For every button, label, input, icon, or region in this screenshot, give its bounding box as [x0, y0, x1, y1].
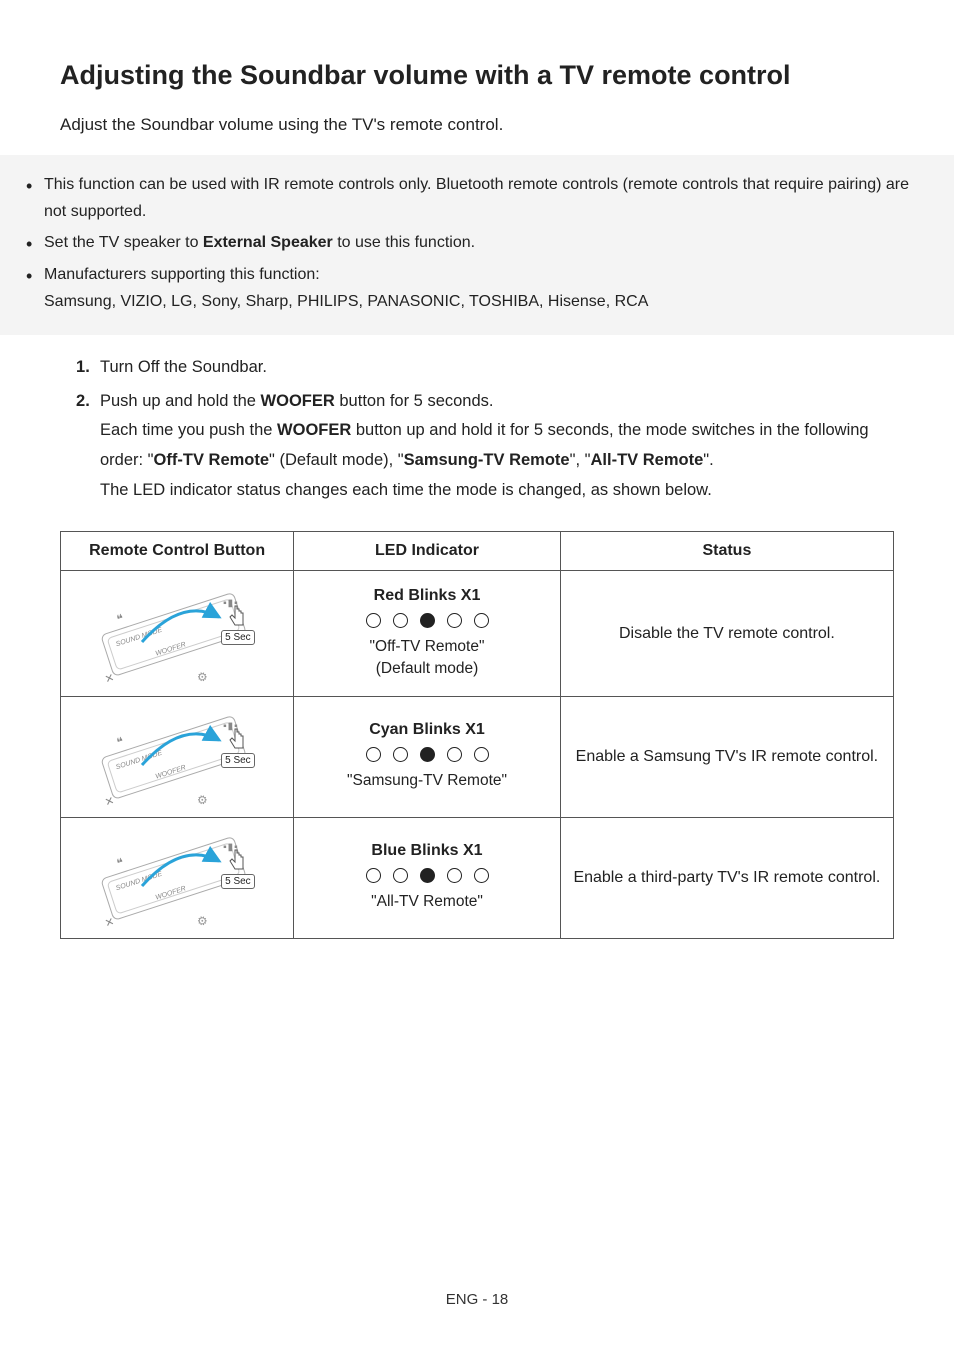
led-dot [366, 747, 381, 762]
note-text: Set the TV speaker to [44, 234, 203, 251]
step-bold: Samsung-TV Remote [404, 451, 570, 469]
led-dot-active [420, 613, 435, 628]
led-dot [447, 868, 462, 883]
remote-diagram-cell: ❝ SOUND MODE WOOFER ✕ ⚙ ▪▮▪ 5 Sec [61, 571, 294, 696]
led-cell: Red Blinks X1 "Off-TV Remote" (Default m… [294, 571, 561, 696]
steps-list: Turn Off the Soundbar. Push up and hold … [60, 353, 894, 505]
remote-diagram: ❝ SOUND MODE WOOFER ✕ ⚙ ▪▮▪ 5 Sec [97, 707, 257, 807]
table-row: ❝ SOUND MODE WOOFER ✕ ⚙ ▪▮▪ 5 Sec Red B [61, 571, 894, 696]
led-indicator [302, 613, 552, 628]
step-text: ", " [570, 451, 591, 469]
remote-diagram-cell: ❝ SOUND MODE WOOFER ✕ ⚙ ▪▮▪ 5 Sec [61, 817, 294, 938]
blink-title: Red Blinks X1 [302, 587, 552, 605]
led-cell: Blue Blinks X1 "All-TV Remote" [294, 817, 561, 938]
remote-diagram: ❝ SOUND MODE WOOFER ✕ ⚙ ▪▮▪ 5 Sec [97, 584, 257, 684]
step-text: ". [703, 451, 713, 469]
led-cell: Cyan Blinks X1 "Samsung-TV Remote" [294, 696, 561, 817]
led-dot [366, 868, 381, 883]
step-bold: All-TV Remote [591, 451, 704, 469]
hand-icon [227, 727, 249, 755]
gear-icon: ⚙ [195, 791, 210, 808]
table-header: LED Indicator [294, 532, 561, 571]
note-text: to use this function. [333, 234, 475, 251]
gear-icon: ⚙ [195, 912, 210, 929]
duration-badge: 5 Sec [221, 874, 255, 889]
remote-tip-icon: ❝ [115, 855, 125, 870]
led-dot [474, 747, 489, 762]
table-row: ❝ SOUND MODE WOOFER ✕ ⚙ ▪▮▪ 5 Sec Cyan [61, 696, 894, 817]
step-text: " (Default mode), " [269, 451, 404, 469]
hand-icon [227, 848, 249, 876]
duration-badge: 5 Sec [221, 753, 255, 768]
arrow-icon [137, 725, 227, 775]
note-item: Manufacturers supporting this function: … [44, 261, 934, 315]
led-indicator [302, 747, 552, 762]
step-subline: Each time you push the WOOFER button up … [100, 416, 894, 475]
page-title: Adjusting the Soundbar volume with a TV … [60, 60, 894, 91]
hand-icon [227, 604, 249, 632]
step-bold: WOOFER [261, 392, 335, 410]
step-text: Each time you push the [100, 421, 277, 439]
note-item: This function can be used with IR remote… [44, 171, 934, 225]
note-bold: External Speaker [203, 234, 333, 251]
note-box: This function can be used with IR remote… [0, 155, 954, 335]
led-dot [474, 613, 489, 628]
led-indicator [302, 868, 552, 883]
led-dot [393, 747, 408, 762]
step-text: Push up and hold the [100, 392, 261, 410]
mode-label: "All-TV Remote" [302, 891, 552, 913]
remote-tip-icon: ❝ [115, 734, 125, 749]
step-bold: Off-TV Remote [154, 451, 270, 469]
remote-diagram: ❝ SOUND MODE WOOFER ✕ ⚙ ▪▮▪ 5 Sec [97, 828, 257, 928]
table-header: Remote Control Button [61, 532, 294, 571]
mode-label: "Samsung-TV Remote" [302, 770, 552, 792]
mode-label: (Default mode) [302, 658, 552, 680]
table-row: ❝ SOUND MODE WOOFER ✕ ⚙ ▪▮▪ 5 Sec Blue [61, 817, 894, 938]
table-header: Status [560, 532, 893, 571]
status-cell: Enable a third-party TV's IR remote cont… [560, 817, 893, 938]
step-text: button for 5 seconds. [335, 392, 494, 410]
led-dot [447, 747, 462, 762]
gear-icon: ⚙ [195, 668, 210, 685]
led-dot-active [420, 868, 435, 883]
led-dot [393, 613, 408, 628]
remote-diagram-cell: ❝ SOUND MODE WOOFER ✕ ⚙ ▪▮▪ 5 Sec [61, 696, 294, 817]
note-item: Set the TV speaker to External Speaker t… [44, 229, 934, 256]
led-dot [393, 868, 408, 883]
blink-title: Cyan Blinks X1 [302, 721, 552, 739]
duration-badge: 5 Sec [221, 630, 255, 645]
intro-text: Adjust the Soundbar volume using the TV'… [60, 115, 894, 135]
step-subline: The LED indicator status changes each ti… [100, 476, 894, 506]
note-text: Manufacturers supporting this function: [44, 261, 934, 288]
led-dot [474, 868, 489, 883]
status-cell: Disable the TV remote control. [560, 571, 893, 696]
remote-tip-icon: ❝ [115, 611, 125, 626]
step-bold: WOOFER [277, 421, 351, 439]
led-dot [366, 613, 381, 628]
modes-table: Remote Control Button LED Indicator Stat… [60, 531, 894, 938]
step-item: Push up and hold the WOOFER button for 5… [80, 387, 894, 506]
mode-label: "Off-TV Remote" [302, 636, 552, 658]
note-text: Samsung, VIZIO, LG, Sony, Sharp, PHILIPS… [44, 288, 934, 315]
led-dot [447, 613, 462, 628]
status-cell: Enable a Samsung TV's IR remote control. [560, 696, 893, 817]
led-dot-active [420, 747, 435, 762]
blink-title: Blue Blinks X1 [302, 842, 552, 860]
arrow-icon [137, 602, 227, 652]
arrow-icon [137, 846, 227, 896]
page-footer: ENG - 18 [0, 1291, 954, 1308]
step-item: Turn Off the Soundbar. [80, 353, 894, 383]
